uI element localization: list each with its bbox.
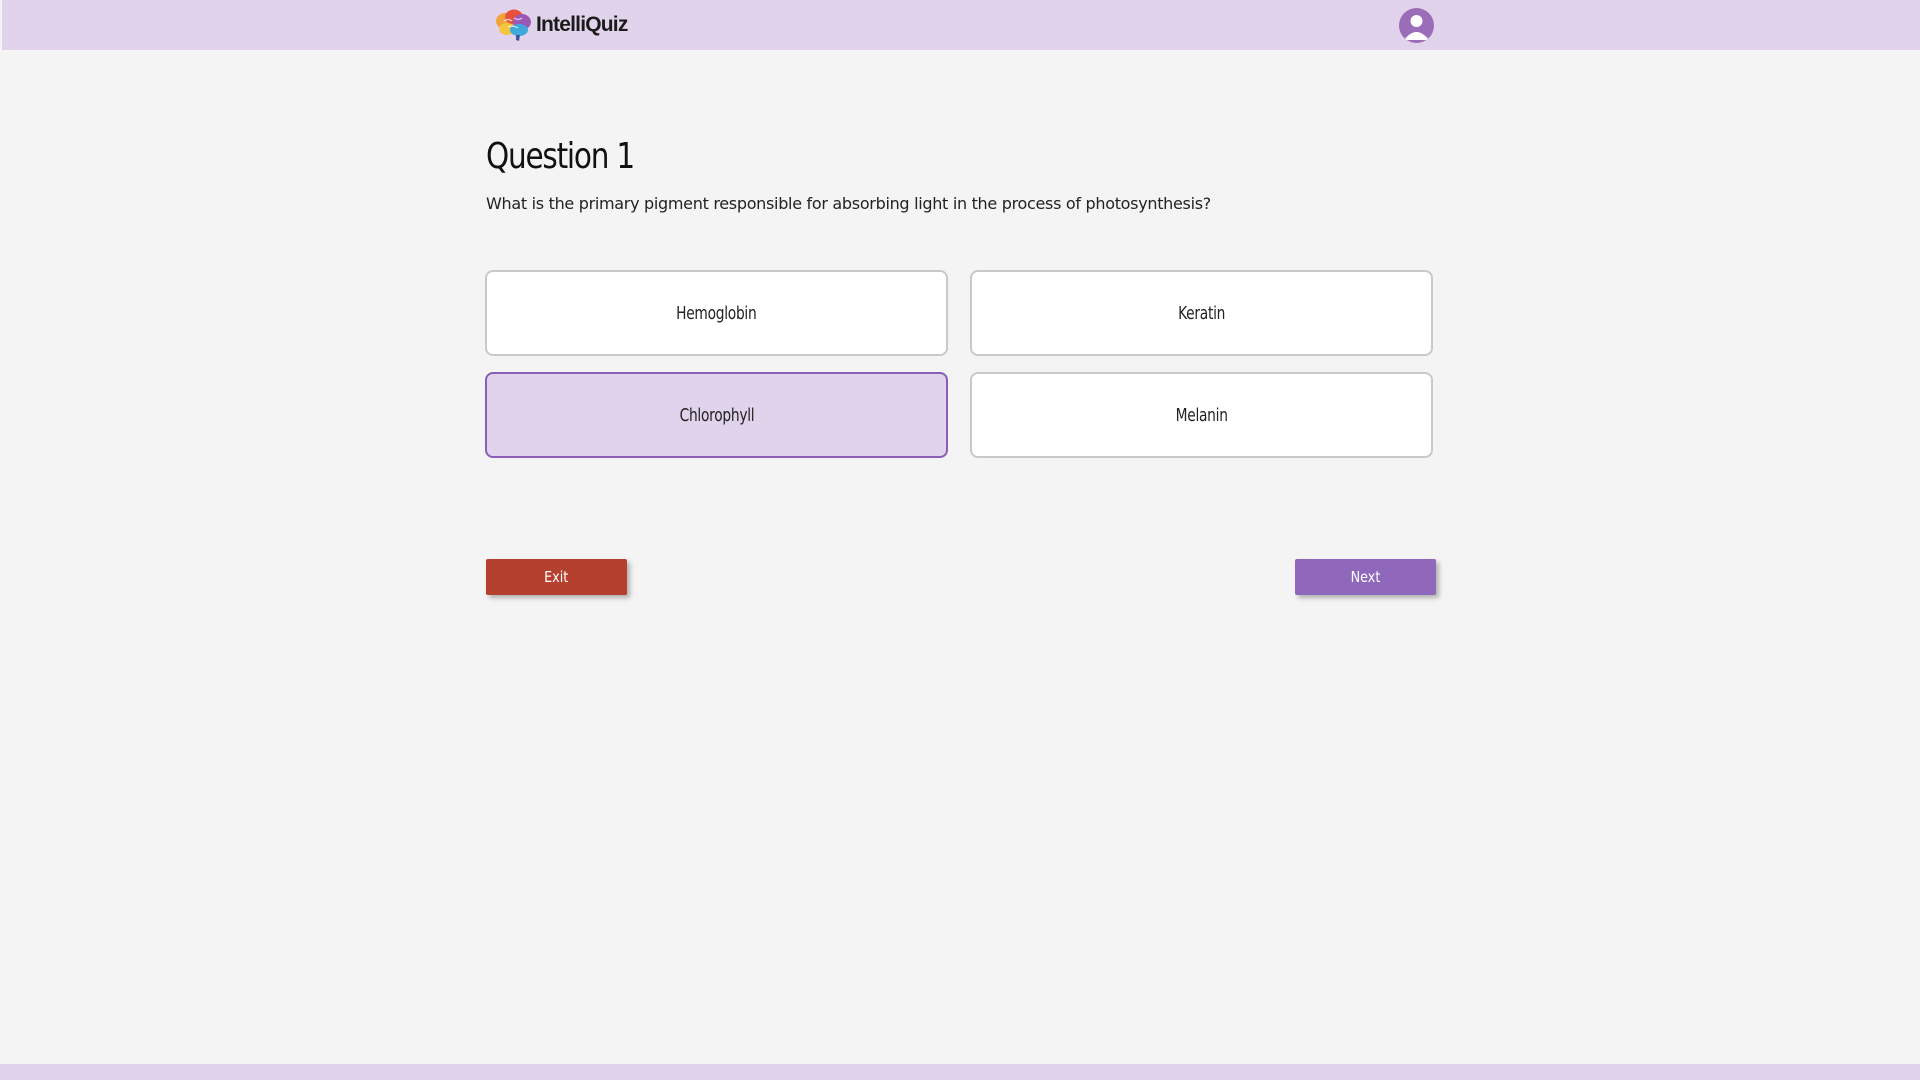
- answer-option-label: Keratin: [1178, 302, 1225, 324]
- exit-button-label: Exit: [544, 568, 569, 586]
- exit-button[interactable]: Exit: [486, 559, 627, 595]
- top-navbar: IntelliQuiz: [2, 0, 1920, 50]
- question-title: Question 1: [486, 136, 635, 177]
- user-avatar-icon[interactable]: [1399, 8, 1434, 43]
- footer-bar: [0, 1064, 1920, 1080]
- brain-icon: [496, 9, 531, 41]
- brand-name: IntelliQuiz: [536, 13, 628, 36]
- brand[interactable]: IntelliQuiz: [494, 8, 628, 42]
- answer-option-selected[interactable]: Chlorophyll: [485, 372, 948, 458]
- answer-option[interactable]: Hemoglobin: [485, 270, 948, 356]
- answer-option-label: Chlorophyll: [679, 404, 754, 426]
- next-button[interactable]: Next: [1295, 559, 1436, 595]
- answer-option[interactable]: Keratin: [970, 270, 1433, 356]
- next-button-label: Next: [1350, 568, 1381, 586]
- answer-option-label: Hemoglobin: [676, 302, 757, 324]
- answer-option-label: Melanin: [1175, 404, 1228, 426]
- answer-option[interactable]: Melanin: [970, 372, 1433, 458]
- question-text: What is the primary pigment responsible …: [486, 194, 1211, 213]
